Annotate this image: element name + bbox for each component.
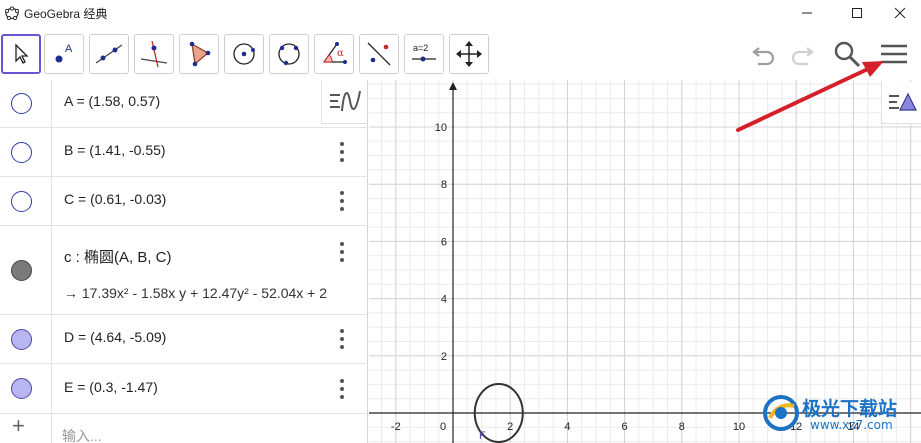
watermark-url: www.xz7.com bbox=[810, 418, 893, 432]
watermark: 极光下载站 www.xz7.com bbox=[760, 392, 920, 442]
watermark-text: 极光下载站 bbox=[802, 398, 898, 420]
annotation-arrow bbox=[736, 61, 884, 132]
watermark-logo-icon bbox=[763, 395, 799, 431]
